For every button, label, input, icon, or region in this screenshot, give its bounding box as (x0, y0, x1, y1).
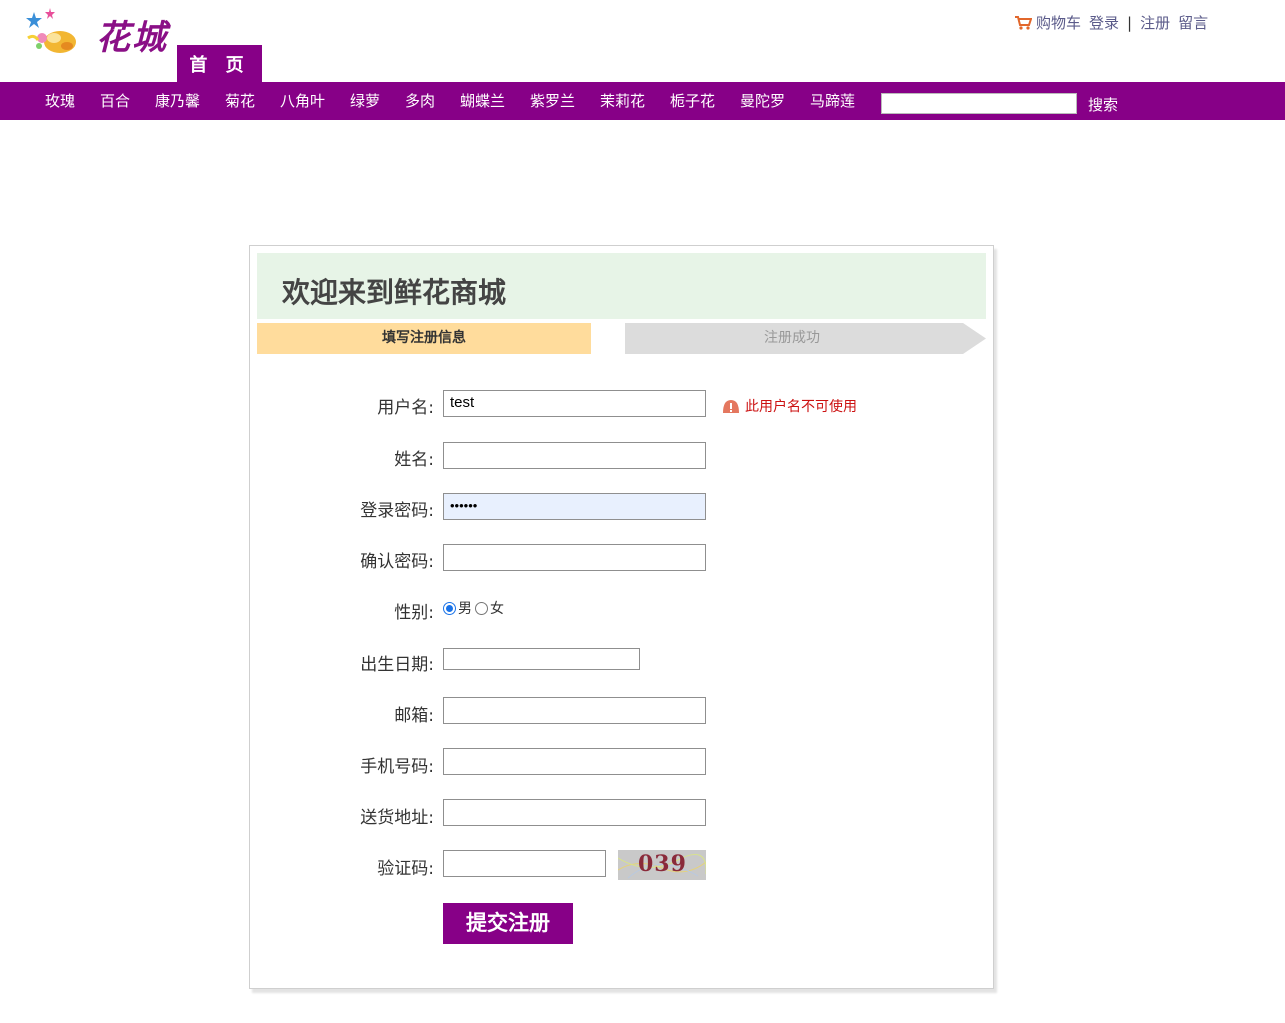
search-input[interactable] (881, 93, 1077, 114)
nav-item-calla[interactable]: 马蹄莲 (810, 82, 855, 120)
nav-item-chrysanthemum[interactable]: 菊花 (225, 82, 255, 120)
nav-item-fatsia[interactable]: 八角叶 (280, 82, 325, 120)
nav-item-lily[interactable]: 百合 (100, 82, 130, 120)
home-tab[interactable]: 首 页 (177, 45, 262, 82)
logo-text: 花城 (96, 18, 168, 58)
address-field[interactable] (443, 799, 706, 826)
nav-item-jasmine[interactable]: 茉莉花 (600, 82, 645, 120)
step-success: 注册成功 (764, 330, 820, 346)
username-label: 用户名: (377, 398, 434, 418)
gender-female-radio[interactable] (475, 601, 488, 615)
progress-steps: 填写注册信息 注册成功 (257, 323, 986, 354)
email-label: 邮箱: (394, 706, 434, 726)
birthday-label: 出生日期: (360, 655, 434, 675)
step-fill-info: 填写注册信息 (382, 330, 466, 346)
top-links: 购物车 登录 | 注册 留言 (1014, 12, 1216, 33)
message-link[interactable]: 留言 (1178, 12, 1208, 33)
flower-logo-icon (26, 8, 76, 53)
nav-item-datura[interactable]: 曼陀罗 (740, 82, 785, 120)
captcha-field[interactable] (443, 850, 606, 877)
welcome-banner: 欢迎来到鲜花商城 (257, 253, 986, 319)
confirm-password-field[interactable] (443, 544, 706, 571)
confirm-password-label: 确认密码: (360, 552, 434, 572)
name-label: 姓名: (394, 450, 434, 470)
birthday-field[interactable] (443, 648, 640, 670)
link-separator: | (1127, 13, 1133, 32)
site-logo[interactable]: 花城 (24, 8, 174, 62)
warning-icon (723, 400, 739, 413)
registration-panel: 欢迎来到鲜花商城 填写注册信息 注册成功 用户名: test 此用户名不可使用 … (249, 245, 994, 989)
gender-group: 男 女 (443, 598, 504, 618)
username-field[interactable]: test (443, 390, 706, 417)
gender-male-label[interactable]: 男 (458, 598, 472, 618)
gender-label: 性别: (394, 603, 434, 623)
login-link[interactable]: 登录 (1089, 12, 1119, 33)
search-button[interactable]: 搜索 (1088, 94, 1118, 115)
nav-item-violet[interactable]: 紫罗兰 (530, 82, 575, 120)
submit-register-button[interactable]: 提交注册 (443, 903, 573, 944)
username-error-text: 此用户名不可使用 (745, 399, 857, 415)
captcha-image[interactable]: 039 (618, 850, 706, 880)
password-label: 登录密码: (360, 501, 434, 521)
captcha-label: 验证码: (377, 859, 434, 879)
nav-item-succulent[interactable]: 多肉 (405, 82, 435, 120)
nav-item-gardenia[interactable]: 栀子花 (670, 82, 715, 120)
shopping-cart-icon[interactable] (1014, 15, 1032, 31)
email-field[interactable] (443, 697, 706, 724)
captcha-text: 039 (638, 851, 687, 877)
gender-male-radio[interactable] (443, 601, 456, 615)
nav-item-pothos[interactable]: 绿萝 (350, 82, 380, 120)
phone-field[interactable] (443, 748, 706, 775)
register-link[interactable]: 注册 (1140, 12, 1170, 33)
phone-label: 手机号码: (360, 757, 434, 777)
nav-item-orchid[interactable]: 蝴蝶兰 (460, 82, 505, 120)
username-error: 此用户名不可使用 (722, 396, 857, 416)
nav-item-rose[interactable]: 玫瑰 (45, 82, 75, 120)
cart-link[interactable]: 购物车 (1036, 12, 1081, 33)
nav-item-carnation[interactable]: 康乃馨 (155, 82, 200, 120)
gender-female-label[interactable]: 女 (490, 598, 504, 618)
address-label: 送货地址: (360, 808, 434, 828)
name-field[interactable] (443, 442, 706, 469)
welcome-title: 欢迎来到鲜花商城 (282, 276, 507, 309)
password-field[interactable]: •••••• (443, 493, 706, 520)
